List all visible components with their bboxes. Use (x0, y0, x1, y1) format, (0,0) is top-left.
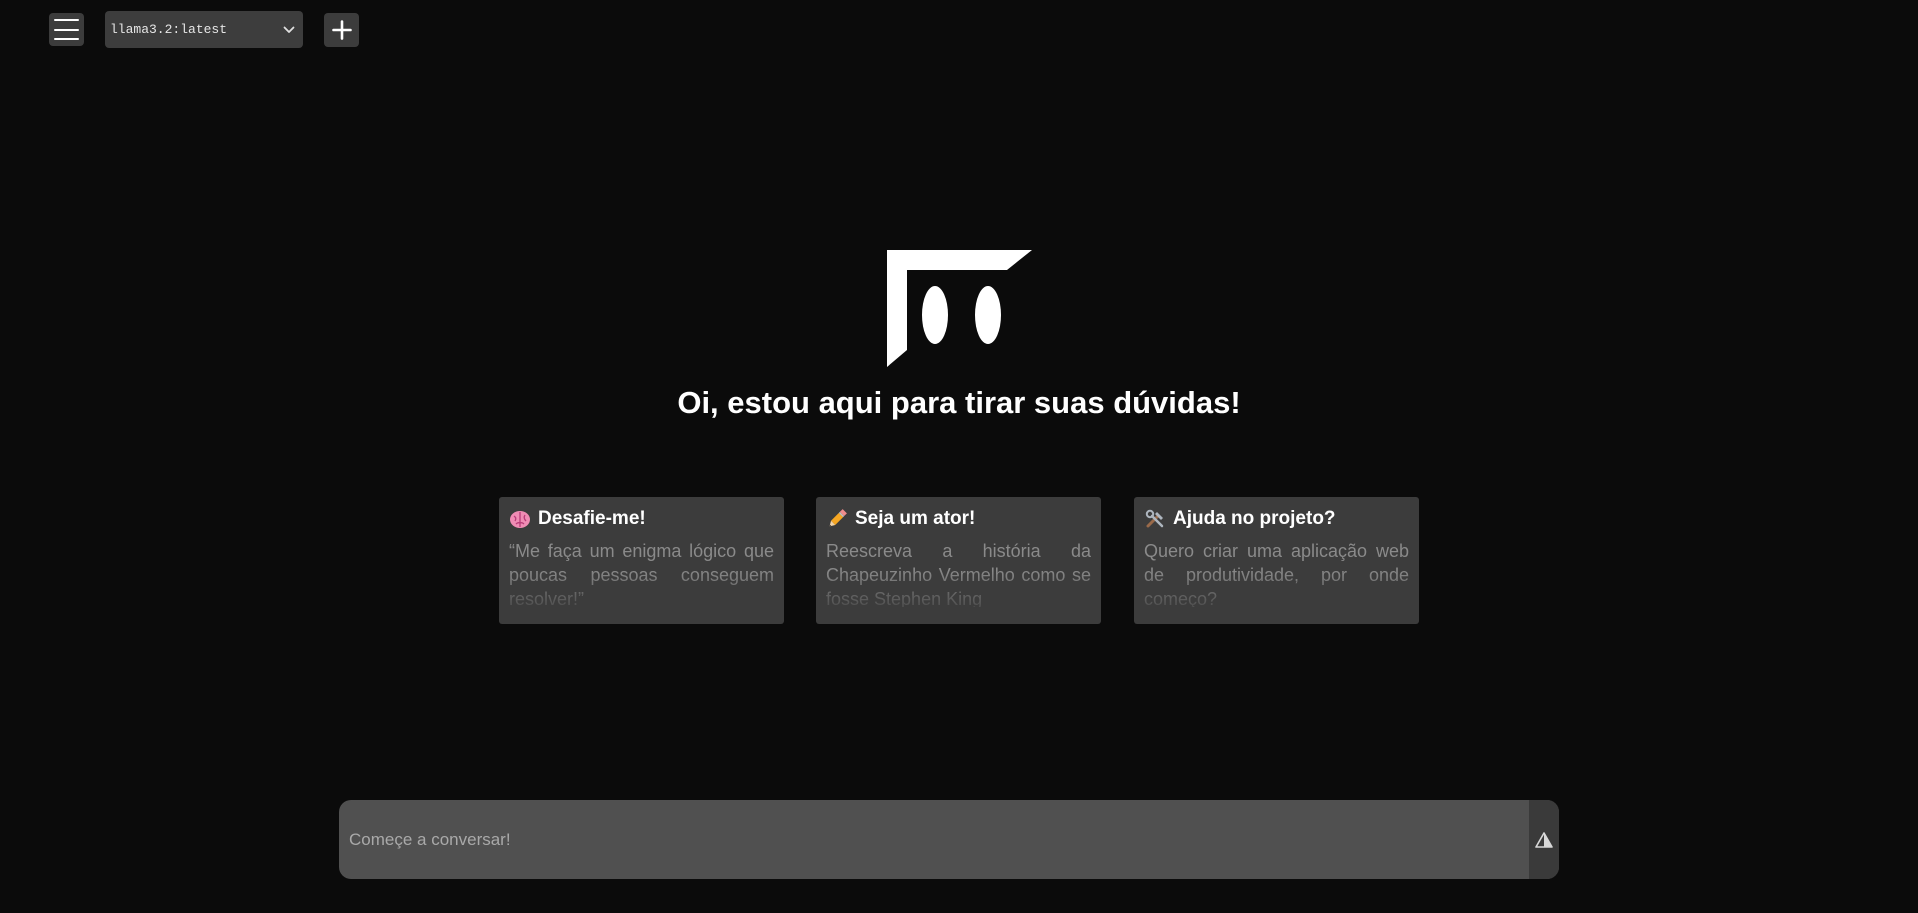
tools-icon (1145, 509, 1164, 528)
hamburger-menu-icon-bar (54, 38, 79, 40)
brain-icon (510, 511, 530, 528)
plus-icon (331, 20, 352, 40)
app-page: llama3.2:latest Oi, estou aqui para tira… (0, 0, 1918, 913)
chat-composer (339, 800, 1559, 879)
model-select[interactable]: llama3.2:latest (105, 11, 303, 48)
card-title: Ajuda no projeto? (1173, 508, 1336, 529)
card-body: Reescreva a história da Chapeuzinho Verm… (826, 541, 1091, 607)
model-select-value: llama3.2:latest (110, 22, 228, 37)
new-chat-button[interactable] (324, 13, 359, 47)
card-header: Desafie-me! (509, 508, 774, 530)
suggestion-card-actor[interactable]: Seja um ator! Reescreva a história da Ch… (816, 497, 1101, 624)
chat-input[interactable] (339, 800, 1529, 879)
hamburger-menu-icon (54, 19, 79, 21)
greeting-heading: Oi, estou aqui para tirar suas dúvidas! (677, 385, 1241, 420)
card-title: Seja um ator! (855, 508, 976, 529)
card-body: “Me faça um enigma lógico que poucas pes… (509, 541, 774, 607)
card-body: Quero criar uma aplicação web de produti… (1144, 541, 1409, 607)
suggestion-card-challenge[interactable]: Desafie-me! “Me faça um enigma lógico qu… (499, 497, 784, 624)
pencil-icon (829, 509, 847, 527)
chevron-down-icon (283, 26, 295, 33)
send-button[interactable] (1529, 800, 1559, 879)
suggestion-card-project[interactable]: Ajuda no projeto? Quero criar uma aplica… (1134, 497, 1419, 624)
card-header: Seja um ator! (826, 508, 1091, 530)
menu-button[interactable] (49, 13, 84, 46)
hamburger-menu-icon-bar (54, 28, 79, 31)
card-header: Ajuda no projeto? (1144, 508, 1409, 530)
send-icon (1535, 831, 1553, 848)
assistant-logo (887, 250, 1032, 367)
card-title: Desafie-me! (538, 508, 646, 529)
